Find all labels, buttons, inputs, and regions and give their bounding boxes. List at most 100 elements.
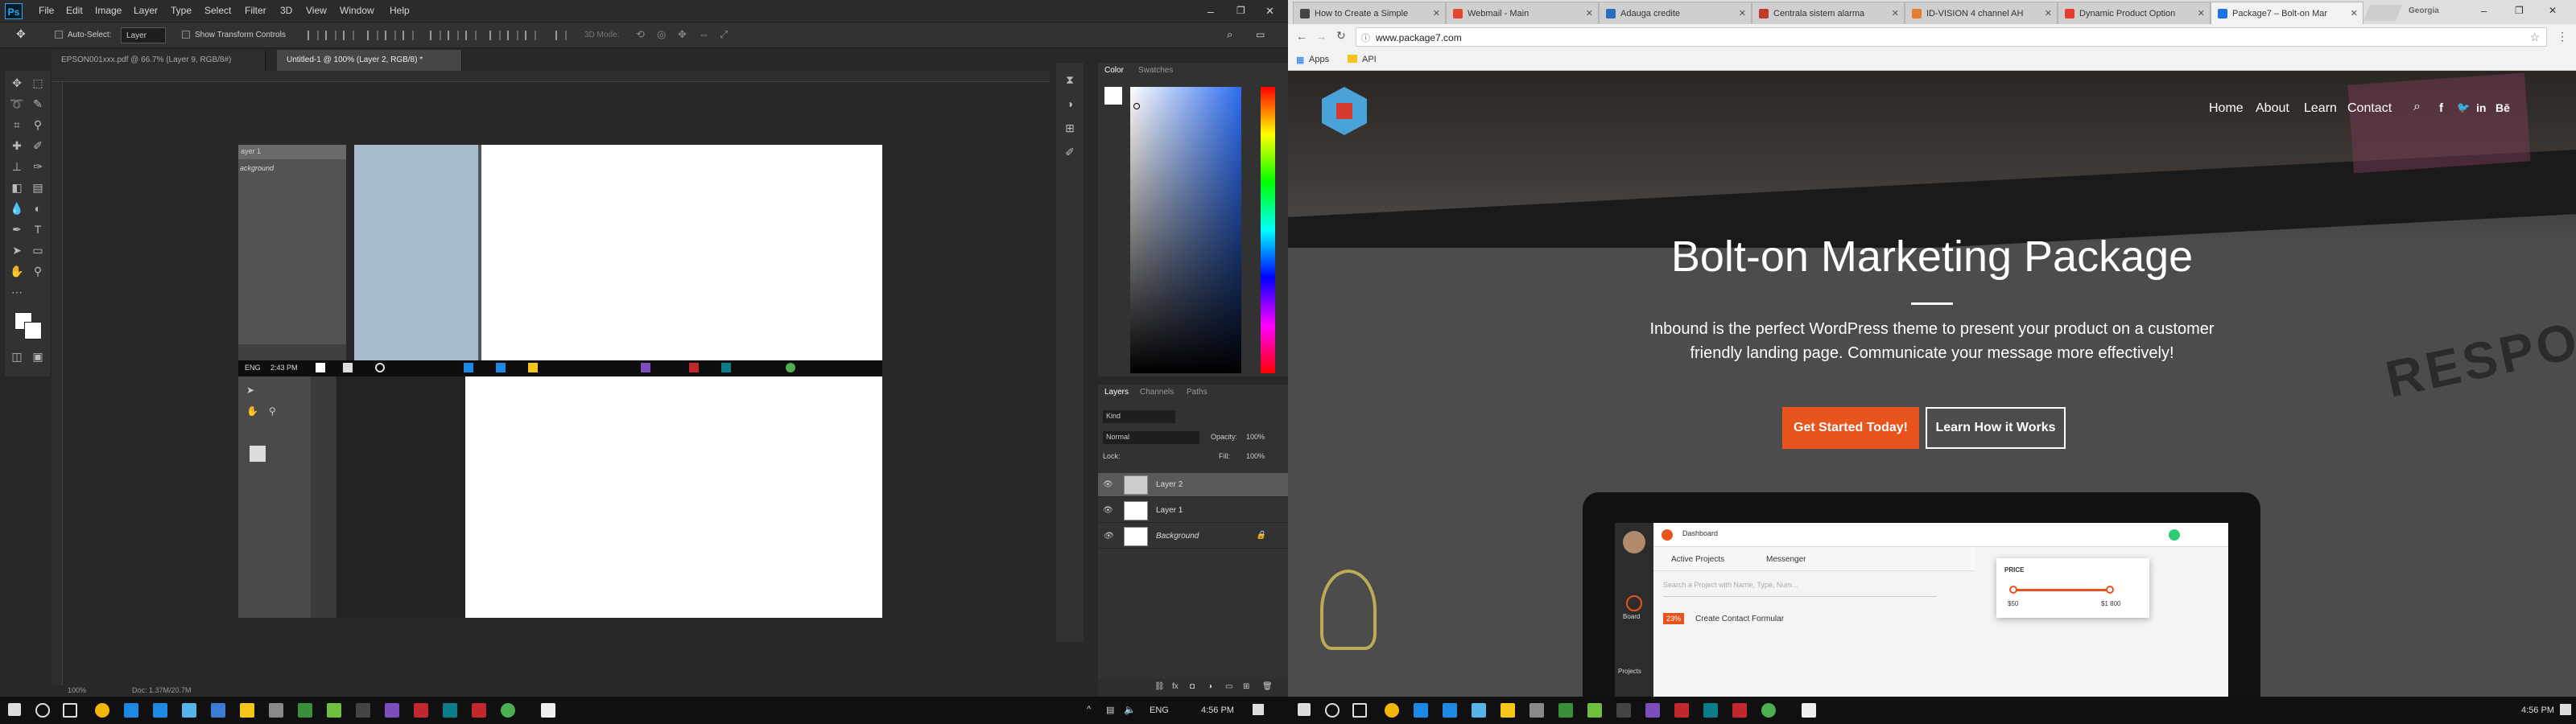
menu-image[interactable]: Image — [95, 5, 122, 16]
app-icon[interactable] — [1587, 703, 1602, 718]
align-hcenter-icon[interactable] — [385, 31, 396, 40]
browser-tab[interactable]: Dynamic Product Option ✕ — [2058, 2, 2211, 24]
tab-close-icon[interactable]: ✕ — [1433, 8, 1440, 19]
bookmark-star-icon[interactable]: ☆ — [2529, 31, 2540, 44]
tab-close-icon[interactable]: ✕ — [1586, 8, 1593, 19]
bookmark-api[interactable]: API — [1362, 55, 1377, 64]
store-icon[interactable] — [182, 703, 196, 718]
chrome-icon[interactable] — [95, 703, 109, 718]
hue-slider[interactable] — [1261, 87, 1275, 373]
distribute-hcenter-icon[interactable] — [507, 31, 518, 40]
browser-tab[interactable]: Webmail - Main ✕ — [1446, 2, 1599, 24]
app-icon[interactable] — [501, 703, 515, 718]
align-right-icon[interactable] — [402, 31, 414, 40]
link-layers-icon[interactable]: ⛓ — [1154, 682, 1165, 691]
tab-close-icon[interactable]: ✕ — [2198, 8, 2205, 19]
search-icon[interactable] — [35, 703, 50, 718]
store-icon[interactable] — [1472, 703, 1486, 718]
brush-panel-icon[interactable]: ✐ — [1061, 143, 1079, 161]
visual-studio-icon[interactable] — [1645, 703, 1660, 718]
volume-icon[interactable]: 🔈 — [1124, 704, 1136, 715]
nav-contact[interactable]: Contact — [2347, 101, 2392, 116]
ie-icon[interactable] — [1443, 703, 1457, 718]
menu-icon[interactable]: ⋮ — [2557, 30, 2568, 43]
start-icon[interactable] — [1298, 703, 1311, 716]
menu-select[interactable]: Select — [204, 5, 231, 16]
address-bar[interactable]: ⓘ www.package7.com ☆ — [1356, 27, 2547, 47]
new-tab-button[interactable] — [2363, 5, 2402, 21]
outlook-icon[interactable] — [211, 703, 225, 718]
distribute-bottom-icon[interactable] — [465, 31, 477, 40]
tab-close-icon[interactable]: ✕ — [1892, 8, 1899, 19]
3d-slide-icon[interactable]: ⇔ — [699, 28, 709, 40]
quick-select-tool-icon[interactable]: ✎ — [29, 95, 47, 113]
nav-learn[interactable]: Learn — [2304, 101, 2337, 116]
photoshop-icon[interactable] — [1703, 703, 1718, 718]
zoom-level[interactable]: 100% — [68, 686, 86, 694]
doc-tab-untitled[interactable]: Untitled-1 @ 100% (Layer 2, RGB/8) * — [277, 50, 462, 71]
back-icon[interactable]: ← — [1296, 30, 1307, 43]
color-picker-handle[interactable] — [1133, 103, 1140, 109]
stamp-tool-icon[interactable]: ⊥ — [8, 158, 26, 175]
tray-time-left[interactable]: 4:56 PM — [1201, 705, 1234, 715]
browser-tab-active[interactable]: Package7 – Bolt-on Mar ✕ — [2211, 2, 2363, 24]
app-icon[interactable] — [269, 703, 283, 718]
info-icon[interactable]: ⓘ — [1361, 31, 1370, 44]
linkedin-icon[interactable]: in — [2476, 101, 2486, 114]
align-vcenter-icon[interactable] — [325, 31, 336, 40]
eye-icon[interactable]: 👁 — [1103, 480, 1113, 489]
layer-row[interactable]: 👁 Layer 2 — [1098, 473, 1288, 497]
explorer-icon[interactable] — [1501, 703, 1515, 718]
twitter-icon[interactable]: 🐦 — [2457, 101, 2470, 114]
menu-view[interactable]: View — [306, 5, 327, 16]
layer-row[interactable]: 👁 Background 🔒 — [1098, 524, 1288, 549]
distribute-right-icon[interactable] — [525, 31, 536, 40]
minimize-icon[interactable]: – — [2481, 5, 2487, 17]
behance-icon[interactable]: Bē — [2496, 101, 2510, 114]
tab-close-icon[interactable]: ✕ — [2045, 8, 2052, 19]
task-view-icon[interactable] — [1352, 703, 1367, 718]
app-icon[interactable] — [1761, 703, 1776, 718]
search-icon[interactable]: ⌕ — [2413, 100, 2421, 114]
app-icon[interactable] — [1530, 703, 1544, 718]
tray-lang[interactable]: ENG — [1150, 705, 1169, 715]
pen-tool-icon[interactable]: ✒ — [8, 220, 26, 238]
eraser-tool-icon[interactable]: ◧ — [8, 179, 26, 196]
history-brush-icon[interactable]: ✑ — [29, 158, 47, 175]
forward-icon[interactable]: → — [1315, 30, 1327, 43]
browser-tab[interactable]: Centrala sistem alarma ✕ — [1752, 2, 1905, 24]
blur-tool-icon[interactable]: 💧 — [8, 200, 26, 217]
app-icon[interactable] — [472, 703, 486, 718]
maximize-icon[interactable]: ❐ — [1236, 5, 1245, 16]
new-layer-icon[interactable]: ⊞ — [1243, 682, 1249, 691]
tab-channels[interactable]: Channels — [1140, 388, 1174, 397]
align-top-icon[interactable] — [308, 31, 319, 40]
distribute-left-icon[interactable] — [489, 31, 501, 40]
tab-layers[interactable]: Layers — [1104, 388, 1129, 397]
filezilla-icon[interactable] — [1674, 703, 1689, 718]
align-bottom-icon[interactable] — [343, 31, 354, 40]
tab-close-icon[interactable]: ✕ — [1739, 8, 1746, 19]
bookmark-apps[interactable]: Apps — [1309, 55, 1329, 64]
adjustment-layer-icon[interactable]: ◑ — [1208, 682, 1212, 691]
workspace-icon[interactable]: ▭ — [1256, 29, 1265, 40]
search-icon[interactable] — [1325, 703, 1340, 718]
quick-mask-icon[interactable]: ◫ — [8, 348, 26, 365]
edge-icon[interactable] — [1414, 703, 1428, 718]
menu-edit[interactable]: Edit — [66, 5, 83, 16]
nav-home[interactable]: Home — [2209, 101, 2244, 116]
explorer-icon[interactable] — [240, 703, 254, 718]
move-tool-icon[interactable]: ✥ — [16, 27, 26, 41]
menu-type[interactable]: Type — [171, 5, 192, 16]
path-select-icon[interactable]: ➤ — [8, 241, 26, 259]
align-left-icon[interactable] — [367, 31, 378, 40]
tab-paths[interactable]: Paths — [1187, 388, 1208, 397]
app-icon[interactable] — [1732, 703, 1747, 718]
eye-icon[interactable]: 👁 — [1103, 532, 1113, 541]
marquee-tool-icon[interactable]: ⬚ — [29, 74, 47, 92]
hand-tool-icon[interactable]: ✋ — [8, 262, 26, 280]
browser-tab[interactable]: ID-VISION 4 channel AH ✕ — [1905, 2, 2058, 24]
menu-help[interactable]: Help — [390, 5, 410, 16]
notepad-icon[interactable] — [541, 703, 555, 718]
tab-close-icon[interactable]: ✕ — [2351, 8, 2358, 19]
